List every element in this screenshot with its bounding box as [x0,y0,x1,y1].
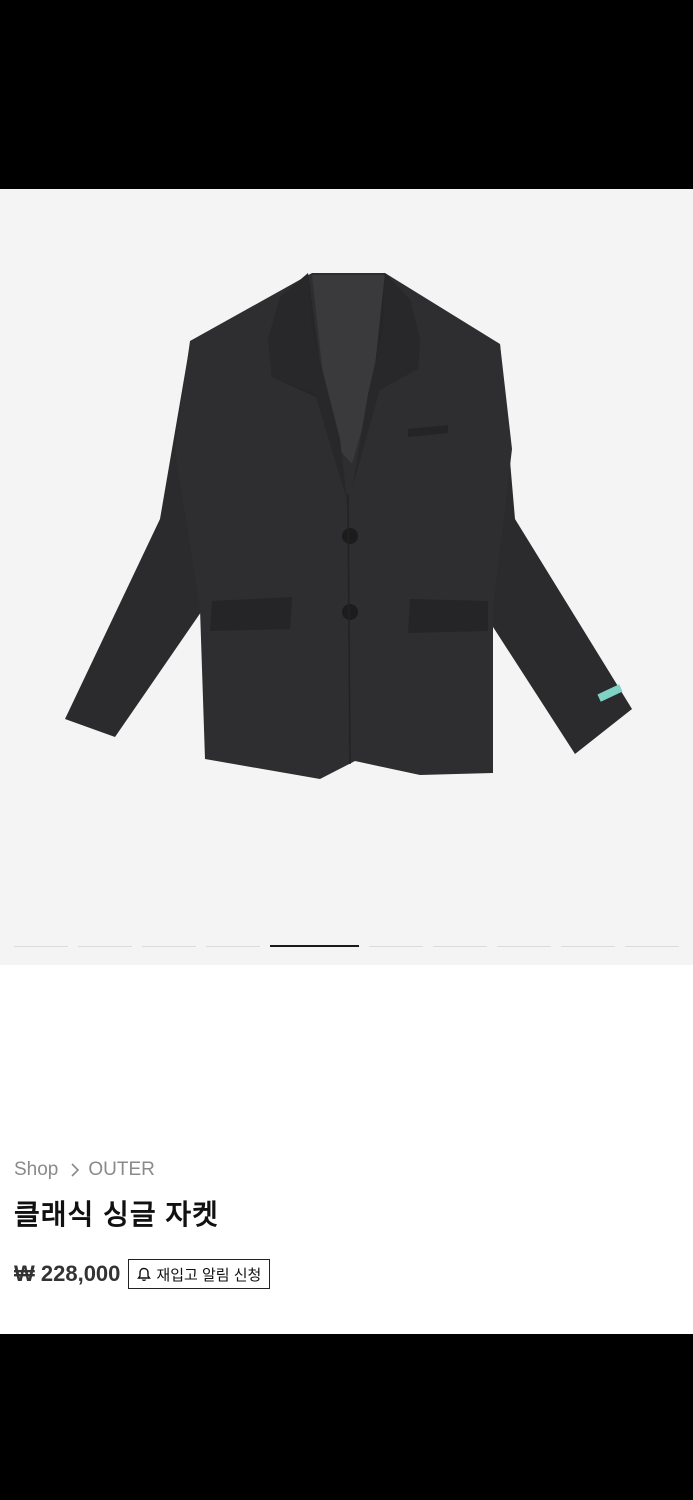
gallery-dot[interactable] [369,946,423,947]
price-row: ₩ 228,000 재입고 알림 신청 [14,1259,271,1289]
product-image [65,273,632,779]
breadcrumb-shop-link[interactable]: Shop [14,1159,58,1181]
gallery-dot[interactable] [625,946,679,947]
chevron-right-icon [71,1163,80,1177]
gallery-dot[interactable] [561,946,615,947]
gallery-dot-active[interactable] [270,945,359,947]
gallery-dot[interactable] [14,946,68,947]
bell-icon [137,1267,152,1281]
product-title: 클래식 싱글 자켓 [14,1199,219,1230]
gallery-dot[interactable] [433,946,487,947]
product-price: ₩ 228,000 [14,1261,121,1286]
product-image-gallery[interactable] [0,189,693,965]
gallery-indicators [0,945,693,949]
gallery-dot[interactable] [206,946,260,947]
bottom-black-area [0,1334,693,1500]
gallery-dot[interactable] [78,946,132,947]
product-info: Shop OUTER 클래식 싱글 자켓 ₩ 228,000 재입고 알림 신청 [0,965,693,1334]
gallery-dot[interactable] [497,946,551,947]
gallery-dot[interactable] [142,946,196,947]
breadcrumb-category-link[interactable]: OUTER [88,1159,155,1181]
restock-alert-label: 재입고 알림 신청 [156,1266,262,1284]
restock-alert-button[interactable]: 재입고 알림 신청 [128,1259,271,1289]
breadcrumb: Shop OUTER [14,1157,155,1183]
status-bar-area [0,0,693,189]
